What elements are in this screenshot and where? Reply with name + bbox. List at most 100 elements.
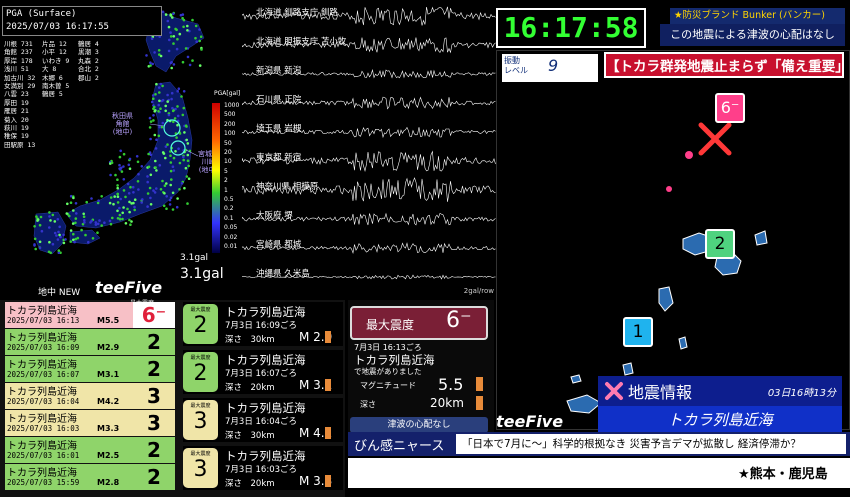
info-region: トカラ列島近海	[598, 406, 842, 434]
magnitude-bar	[476, 377, 483, 391]
station-cell: 木郷 6	[42, 73, 63, 82]
cross-icon	[605, 382, 623, 400]
sponsor-banner: ★防災ブランド Bunker (バンカー)	[670, 8, 845, 24]
station-cell: いわき 9	[42, 56, 70, 65]
row-date: 2025/07/03 16:04	[7, 397, 80, 406]
waveform-panel: 北海道 釧路支庁 釧路 北海道 胆振支庁 苫小牧 新潟県 新潟 石川県 正院 埼玉県 岩…	[242, 0, 496, 297]
earthquake-row[interactable]: トカラ列島近海 2025/07/03 16:07 M3.1 2	[5, 356, 175, 382]
card-intensity-badge: 最大震度 2	[183, 352, 218, 392]
earthquake-row[interactable]: トカラ列島近海 2025/07/03 16:03 M3.3 3	[5, 410, 175, 436]
marker-intensity-1[interactable]: 1	[623, 317, 653, 347]
station-cell: 小平 12	[42, 48, 67, 57]
pga-color-scale	[212, 103, 220, 253]
info-date: 03日16時13分	[767, 388, 836, 399]
station-row: 厚岸 178 いわき 9 丸森 2	[4, 57, 124, 65]
shindo-level-box: 振動 レベル 9	[502, 54, 598, 82]
waveform-label: 大阪府 堺	[256, 211, 293, 221]
row-magnitude: M2.5	[97, 451, 120, 460]
row-intensity: 3	[133, 383, 175, 409]
pga-big-value: 3.1gal	[180, 266, 224, 282]
station-cell: 田駅原 13	[4, 140, 36, 149]
marker-intensity-6minus[interactable]: 6⁻	[715, 93, 745, 123]
brand-logo: teeFive	[95, 278, 163, 297]
detail-condition: で地震がありました	[354, 367, 422, 376]
news-text: 「日本で7月に〜」科学的根拠なき 災害予言デマが拡散し 経済停滞か？	[456, 434, 846, 454]
waveform-label: 北海道 釧路支庁 釧路	[256, 8, 338, 18]
row-region: トカラ列島近海	[7, 441, 77, 452]
tsunami-status: 津波の心配なし	[350, 417, 488, 433]
earthquake-row[interactable]: トカラ列島近海 2025/07/03 16:01 M2.5 2	[5, 437, 175, 463]
badge-label: 最大震度	[190, 403, 211, 409]
card-depth: 深さ 20km	[225, 479, 275, 489]
station-cell: 雁居 21	[4, 107, 29, 116]
waveform-label: 神奈川県 相模原	[256, 182, 319, 192]
pga-map-panel: PGA (Surface) 2025/07/03 16:17:55 川根 731…	[0, 0, 242, 298]
earthquake-card[interactable]: 最大震度 2 トカラ列島近海 7月3日 16:07ごろ 深さ 20km M 3.1	[183, 350, 343, 394]
waveform-label: 新潟県 新潟	[256, 66, 302, 76]
card-magnitude-bar	[325, 427, 331, 439]
row-intensity: 6⁻	[133, 302, 175, 328]
depth-label: 深さ	[360, 400, 376, 409]
station-row: 女満別 29 南木曽 5	[4, 82, 124, 90]
row-region: トカラ列島近海	[7, 306, 77, 317]
row-intensity: 3	[133, 410, 175, 436]
earthquake-row[interactable]: トカラ列島近海 2025/07/03 16:04 M4.2 3	[5, 383, 175, 409]
pga-header: PGA (Surface) 2025/07/03 16:17:55	[2, 6, 162, 36]
row-magnitude: M3.1	[97, 370, 120, 379]
card-region: トカラ列島近海	[225, 353, 306, 367]
pga-datetime: 2025/07/03 16:17:55	[6, 22, 109, 32]
info-header: 地震情報 03日16時13分	[598, 376, 842, 406]
row-date: 2025/07/03 16:09	[7, 343, 80, 352]
news-label: びん感ニャース	[354, 439, 445, 454]
row-magnitude: M4.2	[97, 397, 120, 406]
station-list: 川根 731 片品 12 鶴居 4 角館 237 小平 12 黒潮 3 厚岸 178 いわき …	[4, 40, 124, 149]
station-cell: 角館 237	[4, 48, 33, 57]
earthquake-row[interactable]: トカラ列島近海 2025/07/03 15:59 M2.8 2	[5, 464, 175, 490]
depth-bar	[476, 396, 483, 410]
station-cell: 丸森 2	[78, 56, 99, 65]
card-region: トカラ列島近海	[225, 401, 306, 415]
waveform-label: 沖縄県 久米島	[256, 269, 310, 279]
earthquake-detail: 最大震度 6⁻ 7月3日 16:13ごろ トカラ列島近海 で地震がありました マ…	[348, 300, 494, 433]
card-magnitude-bar	[325, 331, 331, 343]
magnitude-label: マグニチュード	[360, 381, 416, 390]
headline-banner: 【トカラ群発地震止まらず「備え重要」	[604, 52, 849, 78]
magnitude-value: 5.5	[438, 375, 464, 394]
shindo-level-label: 振動 レベル	[504, 56, 528, 75]
earthquake-card[interactable]: 最大震度 3 トカラ列島近海 7月3日 16:03ごろ 深さ 20km M 3.3	[183, 446, 343, 490]
epicenter-icon	[698, 122, 732, 156]
badge-value: 2	[193, 313, 208, 338]
earthquake-card[interactable]: 最大震度 3 トカラ列島近海 7月3日 16:04ごろ 深さ 30km M 4.2	[183, 398, 343, 442]
card-intensity-badge: 最大震度 2	[183, 304, 218, 344]
earthquake-card[interactable]: 最大震度 2 トカラ列島近海 7月3日 16:09ごろ 深さ 30km M 2.9	[183, 302, 343, 346]
row-intensity: 2	[133, 437, 175, 463]
station-row: 菊入 20	[4, 116, 124, 124]
earthquake-row[interactable]: トカラ列島近海 2025/07/03 16:13 M5.5 6⁻	[5, 302, 175, 328]
earthquake-row[interactable]: トカラ列島近海 2025/07/03 16:09 M2.9 2	[5, 329, 175, 355]
card-intensity-badge: 最大震度 3	[183, 448, 218, 488]
epicenter-map: 6⁻ 2 1	[496, 50, 850, 430]
pga-small-value: 3.1gal	[180, 253, 209, 263]
ticker-text: ★熊本・鹿児島	[738, 467, 828, 482]
max-intensity-box: 最大震度 6⁻	[350, 306, 488, 340]
marker-intensity-2[interactable]: 2	[705, 229, 735, 259]
wave-scale-footer: 2gal/row	[463, 287, 494, 295]
badge-value: 3	[193, 409, 208, 434]
scale-unit: PGA[gal]	[214, 90, 241, 97]
row-date: 2025/07/03 16:07	[7, 370, 80, 379]
card-region: トカラ列島近海	[225, 449, 306, 463]
row-date: 2025/07/03 16:03	[7, 424, 80, 433]
row-intensity: 2	[133, 464, 175, 490]
station-cell: 稚保 19	[4, 132, 29, 141]
row-region: トカラ列島近海	[7, 468, 77, 479]
waveform-label: 埼玉県 岩槻	[256, 124, 302, 134]
row-region: トカラ列島近海	[7, 360, 77, 371]
waveform-label: 宮崎県 都城	[256, 240, 302, 250]
row-region: トカラ列島近海	[7, 387, 77, 398]
card-depth: 深さ 20km	[225, 383, 275, 393]
station-row: 八雲 23 鶴居 5	[4, 90, 124, 98]
station-cell: 黒潮 3	[78, 48, 99, 57]
row-date: 2025/07/03 16:13	[7, 316, 80, 325]
card-depth: 深さ 30km	[225, 431, 275, 441]
card-depth: 深さ 30km	[225, 335, 275, 345]
